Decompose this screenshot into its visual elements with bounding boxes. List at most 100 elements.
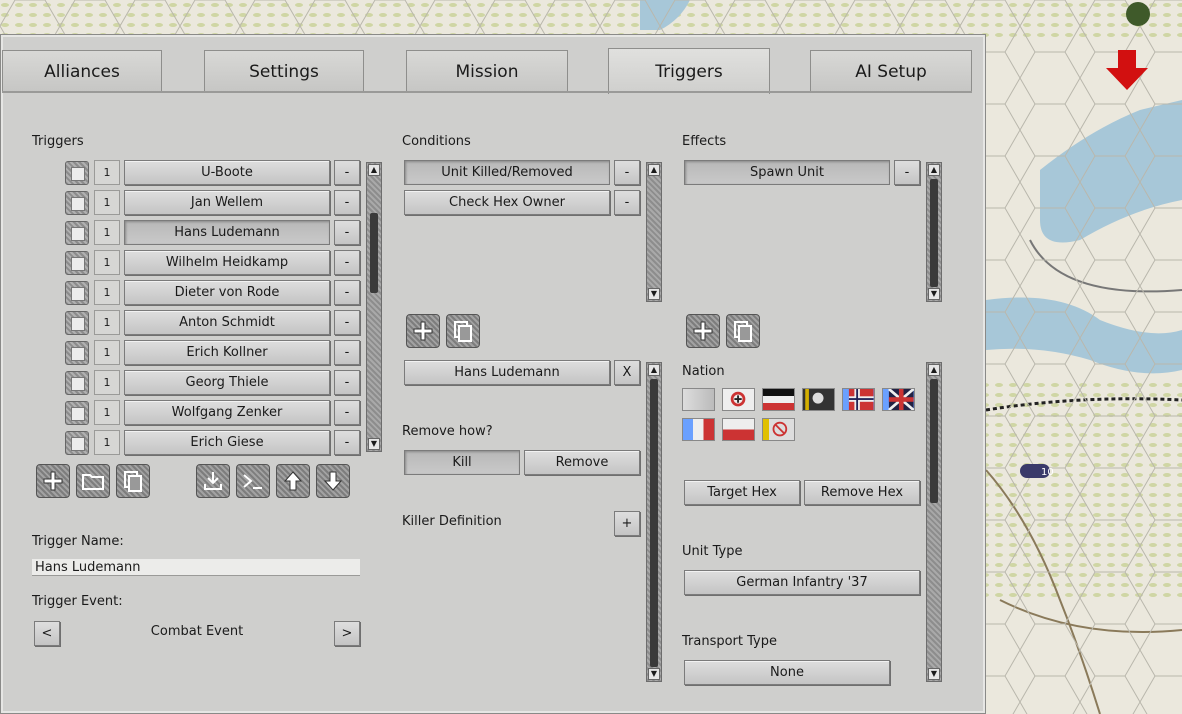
trigger-item[interactable]: Erich Kollner	[124, 340, 330, 365]
scroll-up-arrow-icon[interactable]: ▲	[648, 164, 660, 176]
remove-trigger-button[interactable]: -	[334, 400, 360, 425]
scroll-thumb[interactable]	[650, 379, 658, 667]
remove-condition-button[interactable]: -	[614, 190, 640, 215]
nation-flag-none-icon[interactable]	[762, 418, 795, 441]
open-folder-button[interactable]	[76, 464, 110, 498]
move-down-button[interactable]	[316, 464, 350, 498]
add-condition-button[interactable]	[406, 314, 440, 348]
clear-target-button[interactable]: X	[614, 360, 640, 385]
effect-item[interactable]: Spawn Unit	[684, 160, 890, 185]
scroll-up-arrow-icon[interactable]: ▲	[928, 364, 940, 376]
condition-details-scrollbar[interactable]: ▲ ▼	[646, 362, 662, 682]
add-effect-button[interactable]	[686, 314, 720, 348]
nation-flag-poland-icon[interactable]	[722, 418, 755, 441]
remove-trigger-button[interactable]: -	[334, 280, 360, 305]
nation-flag-kriegsmarine-icon[interactable]	[762, 388, 795, 411]
trigger-item[interactable]: Hans Ludemann	[124, 220, 330, 245]
target-hex-button[interactable]: Target Hex	[684, 480, 800, 505]
effects-scrollbar[interactable]: ▲ ▼	[926, 162, 942, 302]
nation-flag-france-icon[interactable]	[682, 418, 715, 441]
trigger-list-scrollbar[interactable]: ▲ ▼	[366, 162, 382, 452]
remove-option-button[interactable]: Remove	[524, 450, 640, 475]
remove-trigger-button[interactable]: -	[334, 310, 360, 335]
kill-option-button[interactable]: Kill	[404, 450, 520, 475]
conditions-scrollbar[interactable]: ▲ ▼	[646, 162, 662, 302]
copy-icon	[734, 321, 752, 342]
trigger-enabled-checkbox[interactable]	[65, 281, 89, 305]
trigger-enabled-checkbox[interactable]	[65, 161, 89, 185]
trigger-enabled-checkbox[interactable]	[65, 431, 89, 455]
remove-effect-button[interactable]: -	[894, 160, 920, 185]
trigger-enabled-checkbox[interactable]	[65, 341, 89, 365]
nation-flag-uk-icon[interactable]	[882, 387, 915, 412]
trigger-item[interactable]: Erich Giese	[124, 430, 330, 455]
copy-condition-button[interactable]	[446, 314, 480, 348]
nation-flag-germany-icon[interactable]	[722, 388, 755, 411]
trigger-enabled-checkbox[interactable]	[65, 311, 89, 335]
scroll-down-arrow-icon[interactable]: ▼	[648, 288, 660, 300]
trigger-item[interactable]: Wilhelm Heidkamp	[124, 250, 330, 275]
scroll-thumb[interactable]	[930, 379, 938, 503]
trigger-item[interactable]: Dieter von Rode	[124, 280, 330, 305]
trigger-enabled-checkbox[interactable]	[65, 251, 89, 275]
tab-settings[interactable]: Settings	[204, 50, 364, 92]
plus-icon	[413, 321, 433, 341]
scroll-up-arrow-icon[interactable]: ▲	[928, 164, 940, 176]
remove-trigger-button[interactable]: -	[334, 340, 360, 365]
remove-trigger-button[interactable]: -	[334, 250, 360, 275]
scroll-up-arrow-icon[interactable]: ▲	[368, 164, 380, 176]
trigger-enabled-checkbox[interactable]	[65, 221, 89, 245]
trigger-repeat-count: 1	[94, 370, 120, 395]
import-trigger-button[interactable]	[196, 464, 230, 498]
add-killer-button[interactable]: +	[614, 511, 640, 536]
tab-alliances[interactable]: Alliances	[2, 50, 162, 92]
remove-trigger-button[interactable]: -	[334, 370, 360, 395]
nation-flag-norway-icon[interactable]	[842, 388, 875, 411]
move-up-button[interactable]	[276, 464, 310, 498]
console-button[interactable]	[236, 464, 270, 498]
remove-condition-button[interactable]: -	[614, 160, 640, 185]
trigger-enabled-checkbox[interactable]	[65, 401, 89, 425]
effect-details-scrollbar[interactable]: ▲ ▼	[926, 362, 942, 682]
nation-flag-neutral-icon[interactable]	[682, 388, 715, 411]
tab-ai-setup[interactable]: AI Setup	[810, 50, 972, 92]
trigger-item[interactable]: Anton Schmidt	[124, 310, 330, 335]
download-icon	[204, 472, 222, 490]
scroll-up-arrow-icon[interactable]: ▲	[648, 364, 660, 376]
remove-hex-button[interactable]: Remove Hex	[804, 480, 920, 505]
tab-mission[interactable]: Mission	[406, 50, 568, 92]
remove-trigger-button[interactable]: -	[334, 220, 360, 245]
transport-type-select[interactable]: None	[684, 660, 890, 685]
scroll-thumb[interactable]	[930, 179, 938, 287]
copy-effect-button[interactable]	[726, 314, 760, 348]
trigger-item[interactable]: U-Boote	[124, 160, 330, 185]
nation-flag-ss-icon[interactable]	[802, 388, 835, 411]
trigger-item[interactable]: Wolfgang Zenker	[124, 400, 330, 425]
trigger-event-label: Trigger Event:	[32, 594, 123, 609]
scroll-down-arrow-icon[interactable]: ▼	[928, 288, 940, 300]
tab-divider	[2, 91, 972, 93]
unit-counter[interactable]: 10	[1020, 464, 1054, 478]
remove-trigger-button[interactable]: -	[334, 160, 360, 185]
event-prev-button[interactable]: <	[34, 621, 60, 646]
remove-trigger-button[interactable]: -	[334, 430, 360, 455]
condition-item[interactable]: Check Hex Owner	[404, 190, 610, 215]
condition-item[interactable]: Unit Killed/Removed	[404, 160, 610, 185]
trigger-item[interactable]: Georg Thiele	[124, 370, 330, 395]
remove-trigger-button[interactable]: -	[334, 190, 360, 215]
trigger-repeat-count: 1	[94, 340, 120, 365]
scroll-down-arrow-icon[interactable]: ▼	[928, 668, 940, 680]
event-next-button[interactable]: >	[334, 621, 360, 646]
tab-triggers[interactable]: Triggers	[608, 48, 770, 94]
scroll-down-arrow-icon[interactable]: ▼	[368, 438, 380, 450]
target-unit-button[interactable]: Hans Ludemann	[404, 360, 610, 385]
add-trigger-button[interactable]	[36, 464, 70, 498]
trigger-enabled-checkbox[interactable]	[65, 371, 89, 395]
trigger-item[interactable]: Jan Wellem	[124, 190, 330, 215]
trigger-enabled-checkbox[interactable]	[65, 191, 89, 215]
copy-trigger-button[interactable]	[116, 464, 150, 498]
unit-type-select[interactable]: German Infantry '37	[684, 570, 920, 595]
scroll-down-arrow-icon[interactable]: ▼	[648, 668, 660, 680]
scroll-thumb[interactable]	[370, 213, 378, 293]
trigger-name-input[interactable]: Hans Ludemann	[32, 559, 360, 576]
